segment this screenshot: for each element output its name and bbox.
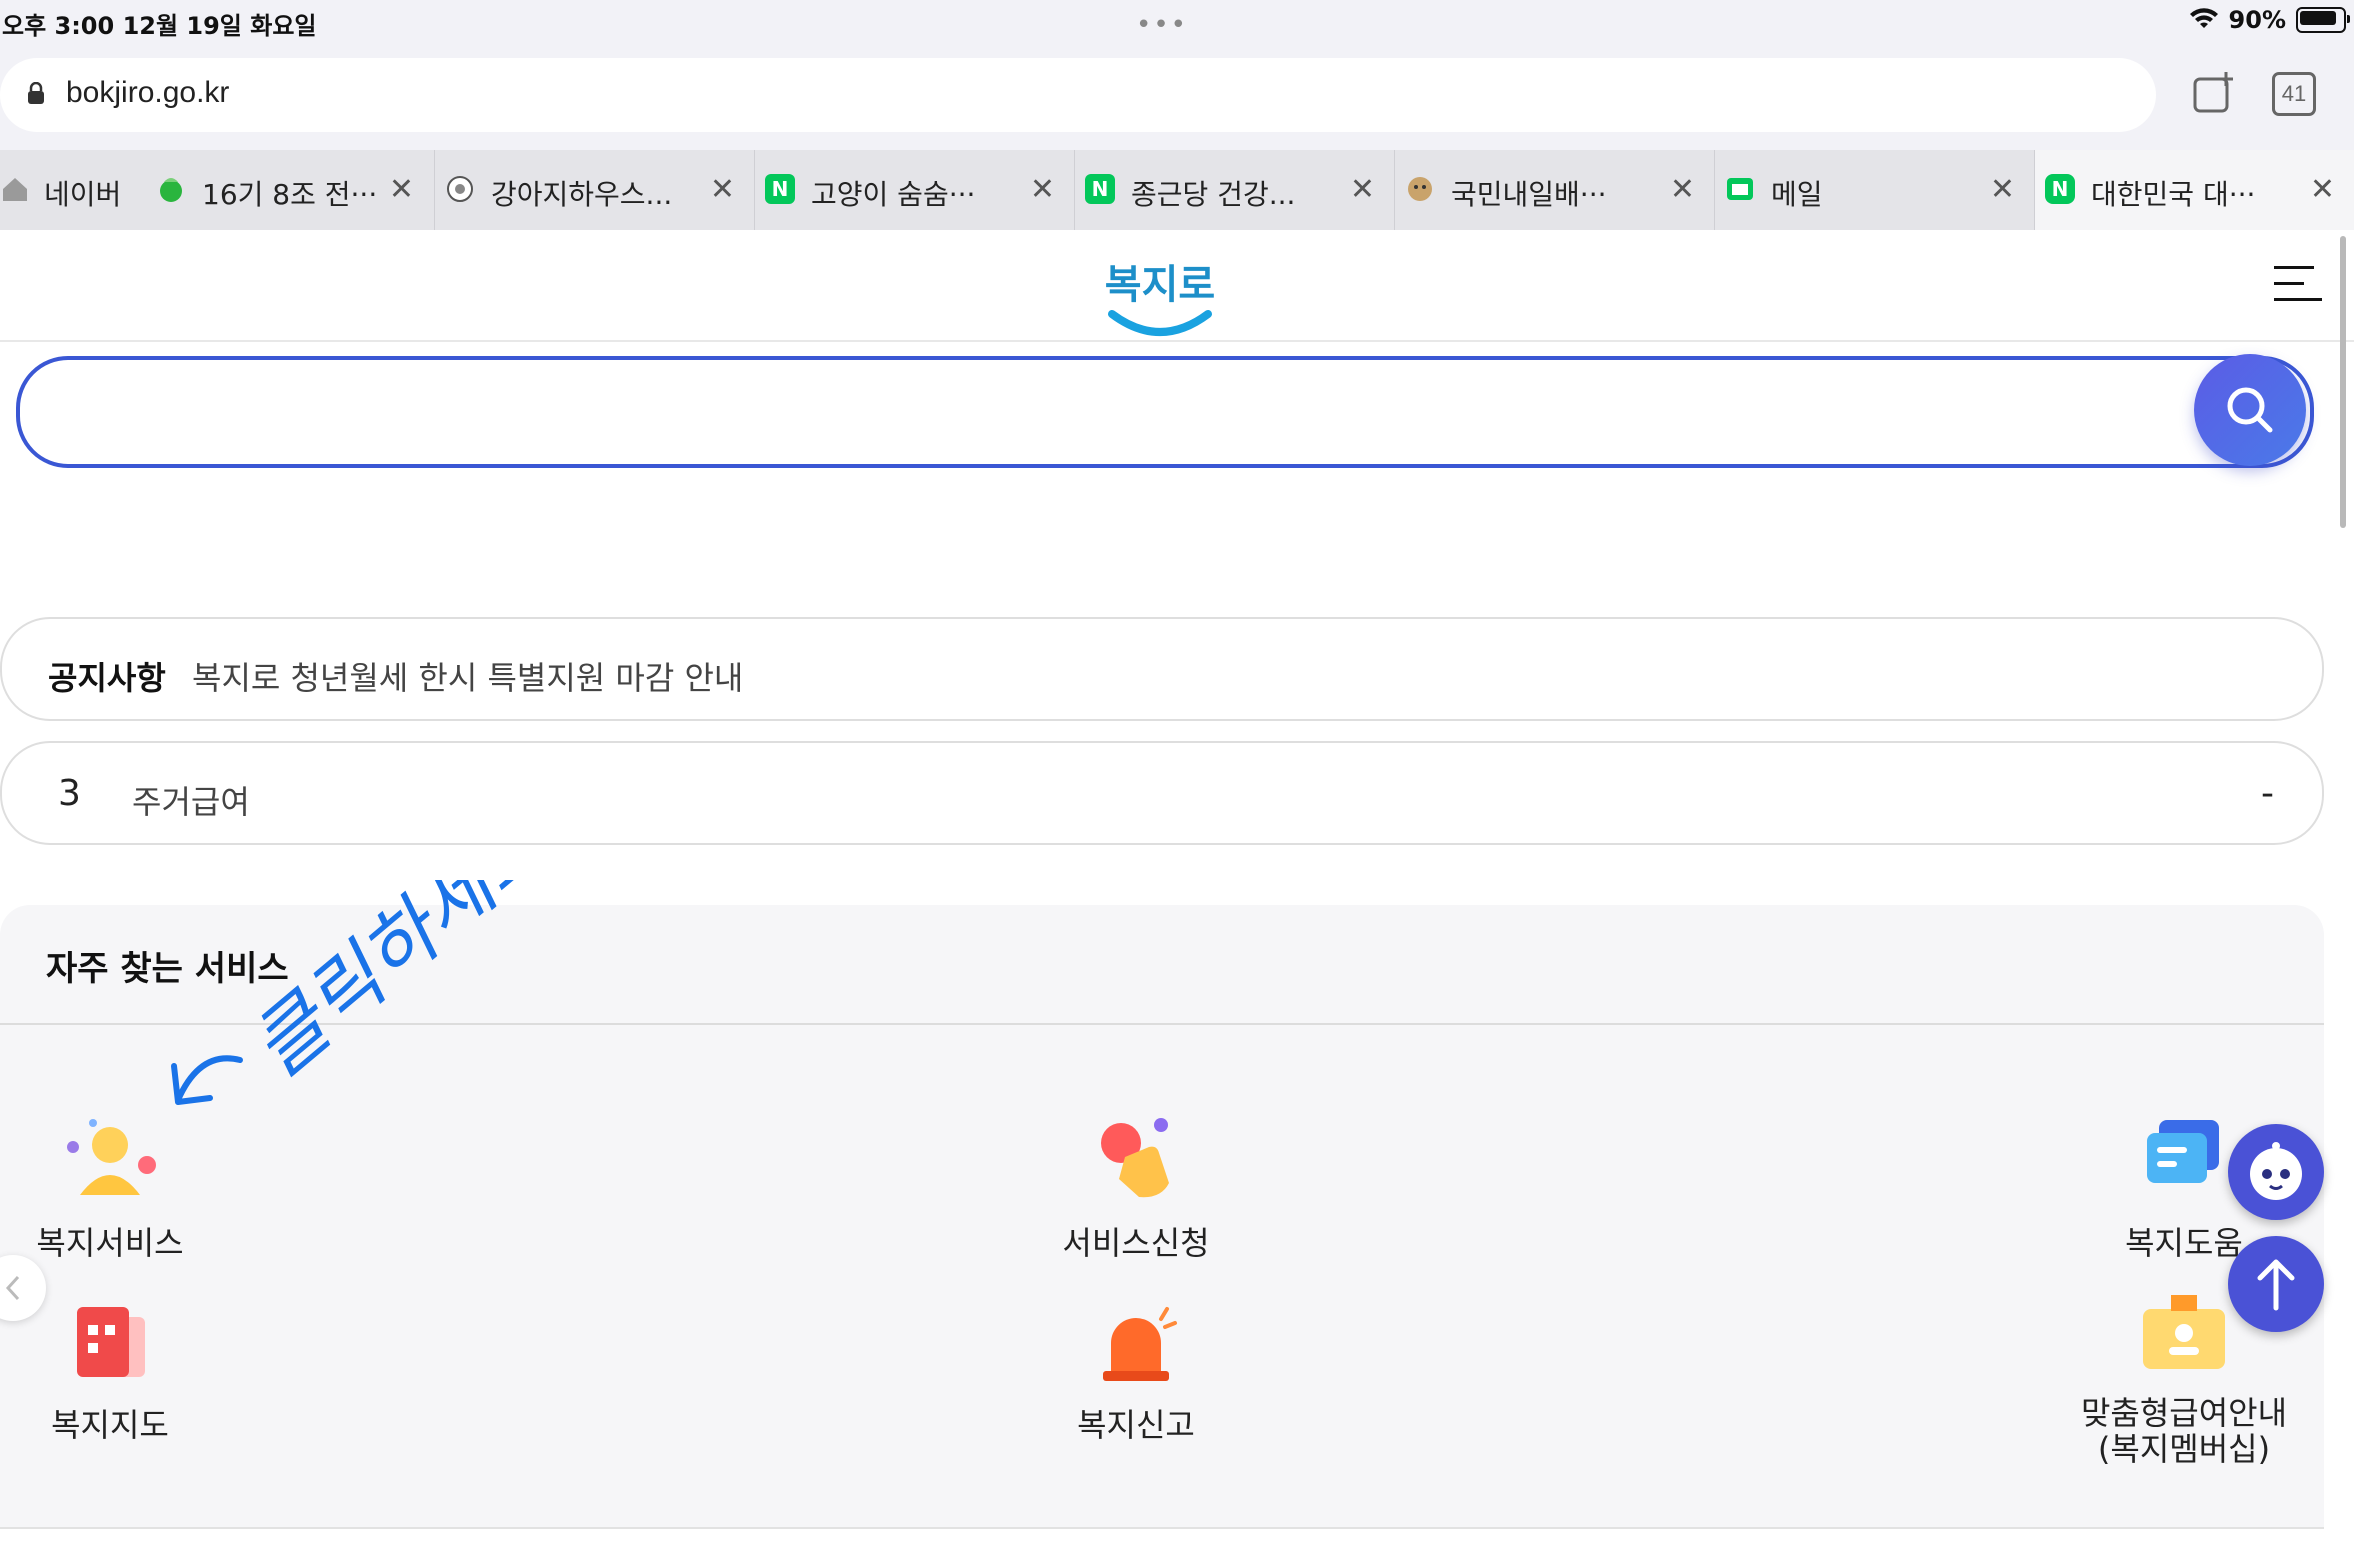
emblem-icon xyxy=(447,176,473,202)
service-label: 복지지도 xyxy=(51,1406,169,1444)
new-tab-icon[interactable] xyxy=(2192,70,2236,114)
tab-5[interactable]: N 종근당 건강... ✕ xyxy=(1074,150,1395,230)
battery-percent: 90% xyxy=(2228,6,2286,34)
tab-title: 강아지하우스... xyxy=(491,178,673,211)
naver-icon: N xyxy=(1085,174,1115,204)
browser-toolbar: bokjiro.go.kr 41 xyxy=(0,50,2354,150)
face-icon xyxy=(1408,177,1432,201)
search-icon xyxy=(2227,387,2273,433)
tab-title: 네이버 xyxy=(44,178,122,211)
close-icon[interactable]: ✕ xyxy=(710,172,735,207)
tab-title: 국민내일배··· xyxy=(1451,178,1607,211)
notice-label: 공지사항 xyxy=(48,659,166,697)
multitask-dots[interactable]: ••• xyxy=(1136,10,1188,40)
bokjiro-logo[interactable]: 복지로 xyxy=(1100,250,1220,350)
close-icon[interactable]: ✕ xyxy=(1350,172,1375,207)
arrow-up-icon xyxy=(2257,1259,2295,1311)
tab-count-button[interactable]: 41 xyxy=(2272,72,2316,116)
close-icon[interactable]: ✕ xyxy=(2310,172,2335,207)
scroll-top-button[interactable] xyxy=(2228,1236,2324,1332)
lock-icon xyxy=(28,82,44,104)
battery-icon xyxy=(2296,7,2350,33)
status-indicators: 90% xyxy=(2189,6,2350,34)
service-label: 서비스신청 xyxy=(1062,1224,1210,1262)
notice-banner[interactable]: 공지사항 복지로 청년월세 한시 특별지원 마감 안내 xyxy=(0,617,2324,721)
naver-icon: N xyxy=(765,174,795,204)
naver-icon: N xyxy=(2045,174,2075,204)
wifi-icon xyxy=(2189,8,2218,28)
siren-icon xyxy=(1103,1307,1177,1381)
tab-title: 종근당 건강... xyxy=(1131,178,1296,211)
rank-number: 3 xyxy=(58,773,81,814)
chat-icon xyxy=(2147,1120,2219,1183)
notice-text[interactable]: 복지로 청년월세 한시 특별지원 마감 안내 xyxy=(192,653,743,699)
service-apply[interactable]: 서비스신청 xyxy=(1046,1105,1226,1261)
service-label: 복지서비스 xyxy=(36,1224,184,1262)
tab-title: 메일 xyxy=(1771,178,1823,211)
chatbot-button[interactable] xyxy=(2228,1124,2324,1220)
person-icon xyxy=(67,1119,156,1195)
service-map[interactable]: 복지지도 xyxy=(20,1287,200,1443)
tab-naver[interactable]: 네이버 xyxy=(0,150,146,230)
handwritten-text: 클릭하세요 xyxy=(234,880,540,1095)
carousel-prev-button[interactable] xyxy=(0,1255,46,1321)
tab-8-active[interactable]: N 대한민국 대··· ✕ xyxy=(2034,150,2354,230)
cup-icon xyxy=(160,178,182,202)
divider xyxy=(0,1527,2324,1529)
tab-3[interactable]: 강아지하우스... ✕ xyxy=(434,150,755,230)
chevron-left-icon xyxy=(5,1275,20,1301)
logo-text: 복지로 xyxy=(1105,262,1215,308)
tab-title: 대한민국 대··· xyxy=(2091,178,2256,211)
service-welfare[interactable]: 복지서비스 xyxy=(20,1105,200,1261)
popular-keyword-bar[interactable]: 3 주거급여 - xyxy=(0,741,2324,845)
service-report[interactable]: 복지신고 xyxy=(1046,1287,1226,1443)
service-label: 복지신고 xyxy=(1077,1406,1195,1444)
close-icon[interactable]: ✕ xyxy=(1670,172,1695,207)
robot-icon xyxy=(2250,1142,2302,1200)
status-bar: 오후 3:00 12월 19일 화요일 ••• 90% xyxy=(0,0,2354,50)
tab-6[interactable]: 국민내일배··· ✕ xyxy=(1394,150,1715,230)
rank-change: - xyxy=(2261,773,2274,814)
site-header: 복지로 xyxy=(0,230,2354,342)
tab-7[interactable]: 메일 ✕ xyxy=(1714,150,2035,230)
search-button[interactable] xyxy=(2194,354,2306,466)
address-bar[interactable]: bokjiro.go.kr xyxy=(0,58,2156,132)
handwritten-annotation: 클릭하세요 xyxy=(171,880,540,1105)
mail-icon xyxy=(1727,178,1753,200)
close-icon[interactable]: ✕ xyxy=(1030,172,1055,207)
tab-bar: 네이버 16기 8조 전··· ✕ 강아지하우스... ✕ N 고양이 숨숨··… xyxy=(0,150,2354,231)
status-time-date: 오후 3:00 12월 19일 화요일 xyxy=(2,12,317,40)
search-input[interactable] xyxy=(16,356,2314,468)
tab-title: 고양이 숨숨··· xyxy=(811,178,976,211)
hand-tap-icon xyxy=(1101,1118,1169,1198)
close-icon[interactable]: ✕ xyxy=(389,172,414,207)
tab-2[interactable]: 16기 8조 전··· ✕ xyxy=(146,150,434,230)
badge-icon xyxy=(2143,1295,2225,1369)
tab-title: 16기 8조 전··· xyxy=(202,178,378,211)
home-icon xyxy=(3,178,27,201)
url-text[interactable]: bokjiro.go.kr xyxy=(66,76,229,110)
close-icon[interactable]: ✕ xyxy=(1990,172,2015,207)
page-scrollbar[interactable] xyxy=(2340,236,2346,528)
menu-icon[interactable] xyxy=(2274,264,2324,304)
service-label: 맞춤형급여안내 (복지멤버십) xyxy=(2080,1394,2288,1468)
tab-4[interactable]: N 고양이 숨숨··· ✕ xyxy=(754,150,1075,230)
map-building-icon xyxy=(77,1307,145,1377)
rank-keyword[interactable]: 주거급여 xyxy=(132,777,250,823)
